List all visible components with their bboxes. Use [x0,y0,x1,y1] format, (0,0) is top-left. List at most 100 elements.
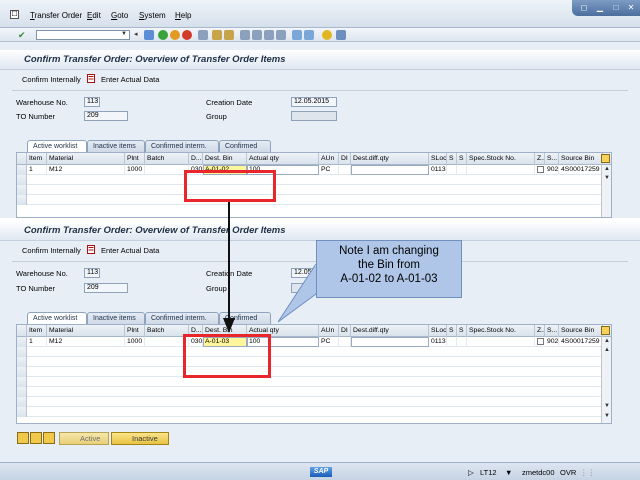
col-batch[interactable]: Batch [145,153,189,165]
row-selector[interactable] [17,165,27,175]
enter-actual-data-button[interactable]: Enter Actual Data [101,75,159,84]
new-session-icon[interactable] [292,30,302,40]
col-actual-qty[interactable]: Actual qty [247,153,319,165]
col-source-bin[interactable]: Source Bin [559,153,603,165]
row-selector[interactable] [17,195,27,205]
tab-active-worklist[interactable]: Active worklist [27,140,87,152]
history-arrow-icon[interactable]: ◂ [134,30,144,40]
group-field[interactable] [291,111,337,121]
col-material[interactable]: Material [47,325,125,337]
command-field[interactable] [36,30,130,40]
row-selector[interactable] [17,185,27,195]
layout-menu-icon[interactable] [336,30,346,40]
confirm-internally-button[interactable]: Confirm Internally [22,246,81,255]
row-selector[interactable] [17,175,27,185]
to-number-field[interactable]: 209 [84,283,128,293]
col-s1[interactable]: S [447,325,457,337]
menu-edit[interactable]: Edit [87,11,101,20]
row-selector[interactable] [17,347,27,357]
first-page-icon[interactable] [240,30,250,40]
row-selector[interactable] [17,407,27,417]
creation-date-field[interactable]: 12.05.2015 [291,97,337,107]
scroll-up-icon[interactable]: ▲ [604,338,610,344]
to-number-field[interactable]: 209 [84,111,128,121]
next-page-icon[interactable] [264,30,274,40]
col-di[interactable]: DI [339,153,351,165]
tab-inactive-items[interactable]: Inactive items [87,312,145,324]
row-selector[interactable] [17,397,27,407]
dest-diff-qty-input[interactable] [351,337,429,347]
scroll-up-icon[interactable]: ▲ [604,166,610,172]
restore-icon[interactable]: ◻ [578,3,590,13]
status-play-icon[interactable]: ▷ [468,468,474,477]
table-settings-icon[interactable] [601,154,610,163]
back-icon[interactable] [158,30,168,40]
scroll-down-icon[interactable]: ▼ [604,413,610,419]
confirm-internally-button[interactable]: Confirm Internally [22,75,81,84]
col-item[interactable]: Item [27,153,47,165]
command-dropdown-icon[interactable]: ▼ [121,31,127,37]
warehouse-no-field[interactable]: 113 [84,97,100,107]
vertical-scrollbar[interactable]: ▲ ▼ [601,165,611,217]
scroll-down-icon[interactable]: ▼ [604,175,610,181]
col-s3[interactable]: S... [545,153,559,165]
menu-system[interactable]: System [139,11,166,20]
col-sloc[interactable]: SLoc [429,325,447,337]
dest-diff-qty-input[interactable] [351,165,429,175]
warehouse-no-field[interactable]: 113 [84,268,100,278]
col-plant[interactable]: Plnt [125,325,145,337]
tab-inactive-items[interactable]: Inactive items [87,140,145,152]
scroll-page-up-icon[interactable]: ▲ [604,347,610,353]
enter-actual-data-button[interactable]: Enter Actual Data [101,246,159,255]
col-z[interactable]: Z... [535,153,545,165]
col-aun[interactable]: AUn [319,325,339,337]
row-selector[interactable] [17,357,27,367]
enter-check-icon[interactable]: ✔ [18,30,28,40]
last-page-icon[interactable] [276,30,286,40]
help-icon[interactable] [322,30,332,40]
tab-confirmed[interactable]: Confirmed [219,140,271,152]
maximize-icon[interactable]: □ [610,3,622,13]
col-dest-diff-qty[interactable]: Dest.diff.qty [351,153,429,165]
close-icon[interactable]: ✕ [625,3,637,13]
status-system-dropdown-icon[interactable]: ▼ [505,468,512,477]
vertical-scrollbar[interactable]: ▲ ▲ ▼ ▼ [601,337,611,423]
row-selector[interactable] [17,387,27,397]
col-di[interactable]: DI [339,325,351,337]
inactive-button[interactable]: Inactive [111,432,169,445]
select-all-icon[interactable] [17,432,29,444]
col-s2[interactable]: S [457,153,467,165]
tab-confirmed-interm[interactable]: Confirmed interm. [145,140,219,152]
col-dest-diff-qty[interactable]: Dest.diff.qty [351,325,429,337]
col-s3[interactable]: S... [545,325,559,337]
find-icon[interactable] [212,30,222,40]
menu-help[interactable]: Help [175,11,191,20]
menu-goto[interactable]: Goto [111,11,128,20]
select-block-icon[interactable] [30,432,42,444]
col-sloc[interactable]: SLoc [429,153,447,165]
col-s2[interactable]: S [457,325,467,337]
table-settings-icon[interactable] [601,326,610,335]
previous-page-icon[interactable] [252,30,262,40]
tab-active-worklist[interactable]: Active worklist [27,312,87,324]
col-z[interactable]: Z... [535,325,545,337]
active-button[interactable]: Active [59,432,109,445]
scroll-page-down-icon[interactable]: ▼ [604,403,610,409]
cancel-icon[interactable] [182,30,192,40]
col-item[interactable]: Item [27,325,47,337]
row-selector[interactable] [17,337,27,347]
find-next-icon[interactable] [224,30,234,40]
col-dest-type[interactable]: D... [189,153,203,165]
col-spec-stock-no[interactable]: Spec.Stock No. [467,325,535,337]
row-checkbox[interactable] [537,166,544,173]
col-dest-bin[interactable]: Dest. Bin [203,153,247,165]
col-plant[interactable]: Plnt [125,153,145,165]
exit-icon[interactable] [170,30,180,40]
tab-confirmed-interm[interactable]: Confirmed interm. [145,312,219,324]
system-menu-icon[interactable]: ☐ [10,10,19,19]
col-aun[interactable]: AUn [319,153,339,165]
row-selector[interactable] [17,377,27,387]
minimize-icon[interactable]: ▁ [594,3,606,13]
menu-transfer-order[interactable]: Transfer Order [30,11,82,20]
deselect-all-icon[interactable] [43,432,55,444]
